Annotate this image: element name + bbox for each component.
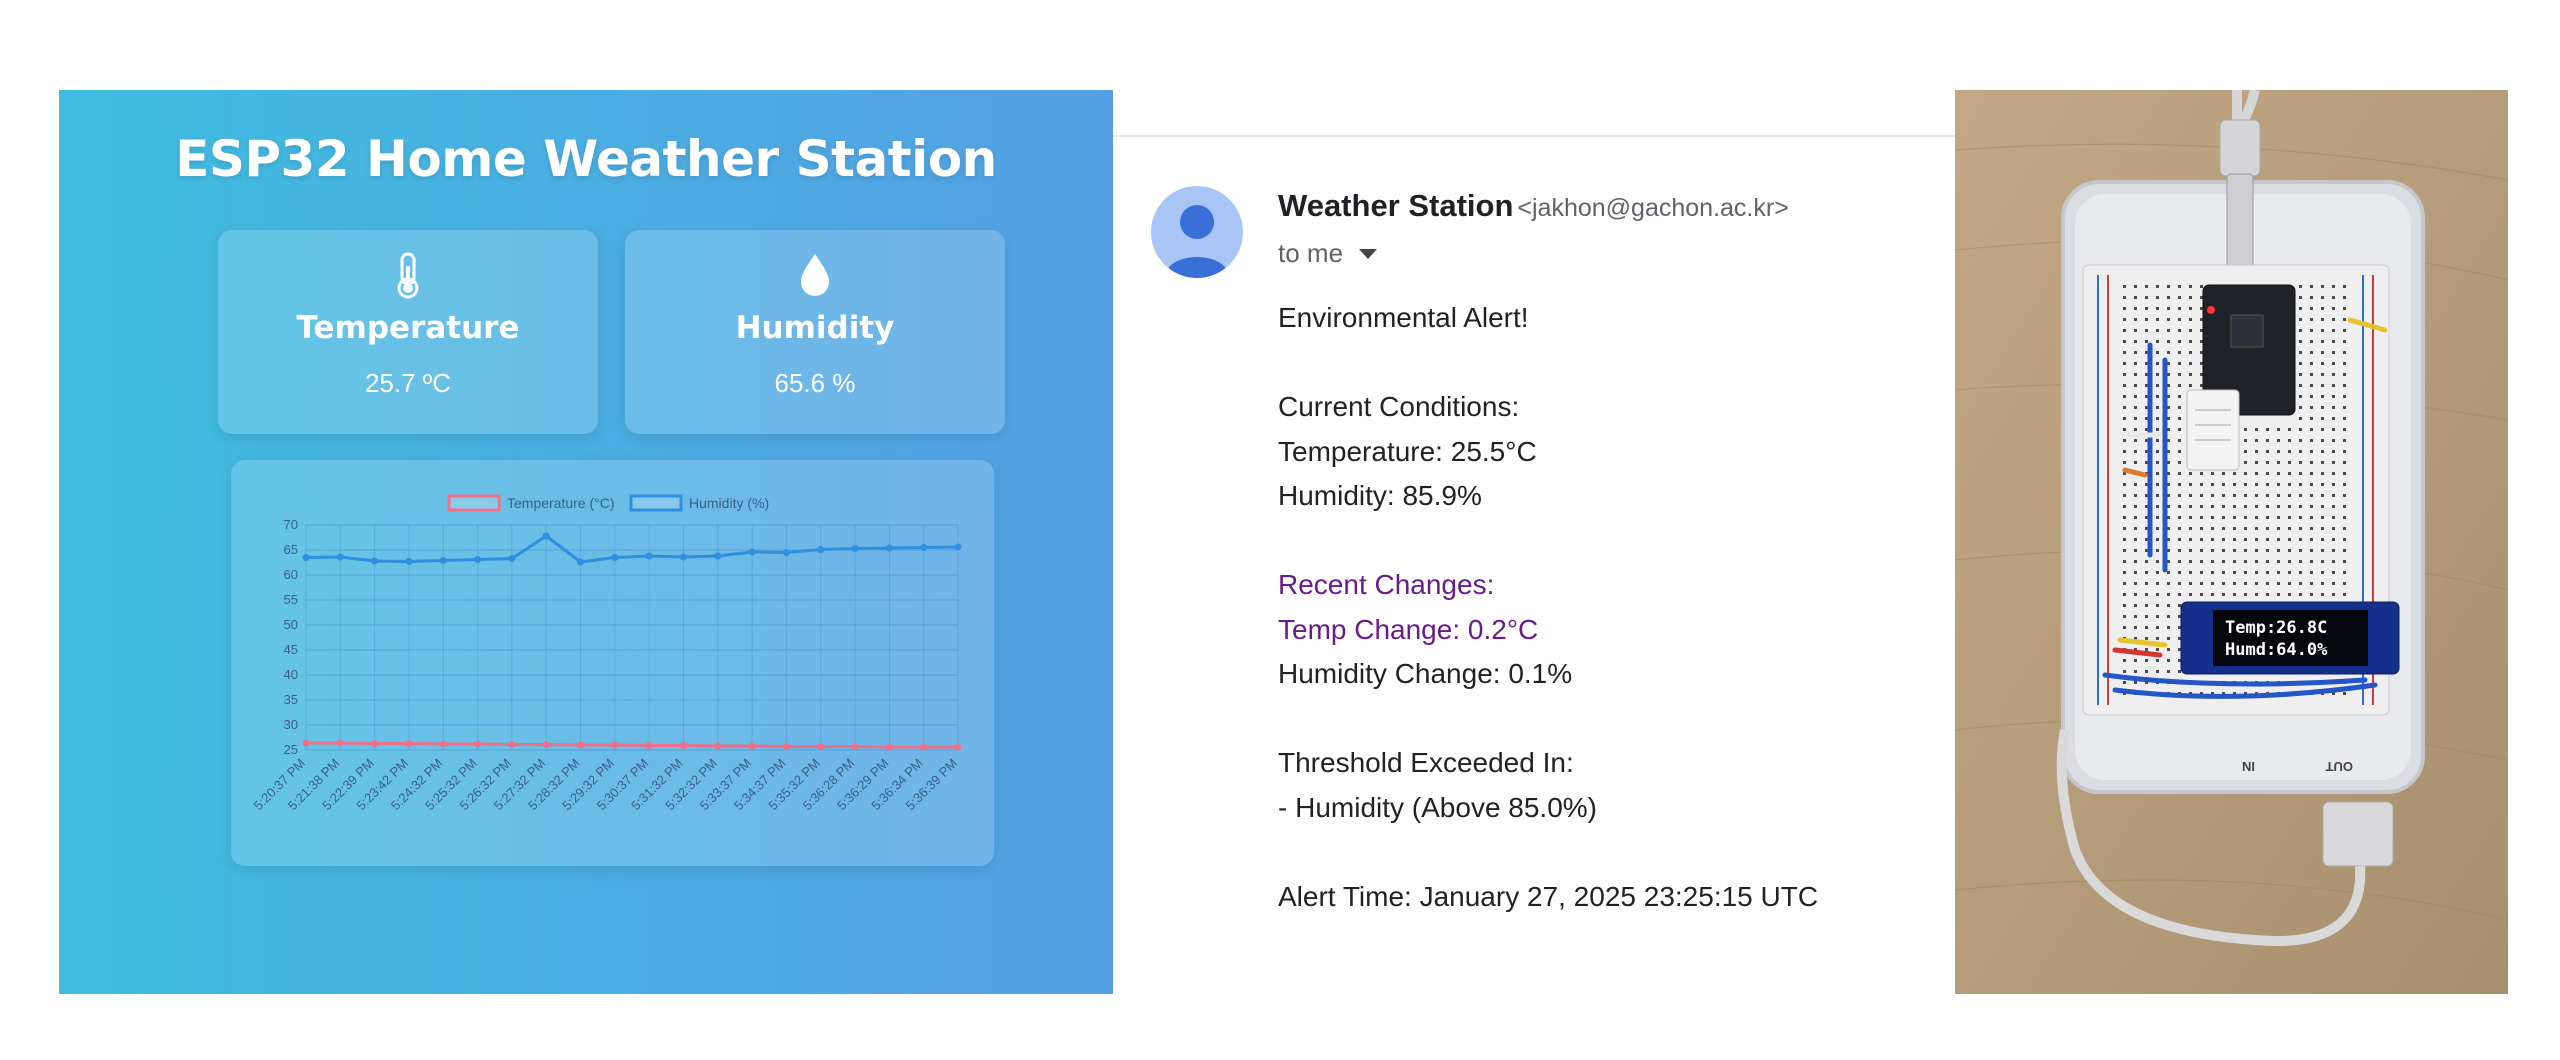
legend-swatch <box>629 494 683 512</box>
email-line: Recent Changes: <box>1278 569 1495 600</box>
thermometer-icon <box>218 250 598 300</box>
data-point <box>611 554 619 561</box>
history-chart: 25 30 35 40 45 50 55 60 65 70 5:20:37 PM 5:21:38 PM… <box>231 460 994 866</box>
data-point <box>474 740 482 748</box>
y-tick-label: 55 <box>284 592 298 607</box>
sender-name: Weather Station <box>1278 188 1514 223</box>
data-point <box>748 742 756 750</box>
data-point <box>542 532 550 540</box>
y-tick-label: 45 <box>284 642 298 657</box>
data-point <box>645 742 653 749</box>
droplet-icon <box>625 250 1005 300</box>
breadboard-photo-illustration: Temp:26.8C Humd:64.0% IN OUT <box>1955 90 2508 994</box>
sender: Weather Station <jakhon@gachon.ac.kr> <box>1278 188 1789 224</box>
data-point <box>302 554 310 561</box>
data-point <box>817 743 825 750</box>
email-line <box>1278 697 1818 742</box>
y-tick-label: 25 <box>284 742 298 757</box>
avatar-icon[interactable] <box>1151 186 1243 278</box>
email-line <box>1278 830 1818 875</box>
data-point <box>371 557 379 565</box>
data-point <box>405 558 413 565</box>
device-photo: Temp:26.8C Humd:64.0% IN OUT <box>1955 90 2508 994</box>
legend-label: Temperature (°C) <box>507 495 615 511</box>
port-out-label: OUT <box>2326 759 2354 774</box>
data-point <box>748 548 756 556</box>
data-point <box>302 739 310 747</box>
data-point <box>336 553 344 561</box>
data-point <box>542 741 550 748</box>
line-chart-svg: 253035404550556065705:20:37 PM5:21:38 PM… <box>250 494 962 813</box>
dashboard-title: ESP32 Home Weather Station <box>175 130 997 188</box>
divider <box>1113 135 1955 137</box>
sender-address: <jakhon@gachon.ac.kr> <box>1517 194 1789 222</box>
weather-dashboard: ESP32 Home Weather Station Temperature 2… <box>59 90 1113 994</box>
recipient-toggle[interactable]: to me <box>1278 238 1378 269</box>
legend-label: Humidity (%) <box>689 495 769 511</box>
email-line: Environmental Alert! <box>1278 302 1529 333</box>
data-point <box>851 743 859 750</box>
email-body: Environmental Alert! Current Conditions: T… <box>1278 296 1818 919</box>
data-point <box>679 553 687 561</box>
data-point <box>782 549 790 556</box>
recipient-label: to me <box>1278 238 1344 268</box>
y-tick-label: 30 <box>284 717 298 732</box>
y-tick-label: 50 <box>284 617 298 632</box>
data-point <box>714 552 722 560</box>
port-in-label: IN <box>2242 759 2255 774</box>
humidity-value: 65.6 % <box>774 368 856 398</box>
data-point <box>851 545 859 552</box>
data-point <box>885 544 893 552</box>
email-line: Humidity: 85.9% <box>1278 480 1482 511</box>
y-tick-label: 65 <box>284 542 298 557</box>
humidity-label: Humidity <box>735 310 895 346</box>
data-point <box>920 544 928 551</box>
y-tick-label: 70 <box>284 517 298 532</box>
chevron-down-icon[interactable] <box>1359 248 1378 259</box>
temperature-value: 25.7 ºC <box>364 368 452 398</box>
oled-line-1: Temp:26.8C <box>2225 618 2327 638</box>
data-point <box>508 555 516 562</box>
y-tick-label: 40 <box>284 667 298 682</box>
data-point <box>714 742 722 750</box>
data-point <box>782 743 790 750</box>
email-line: Temp Change: 0.2°C <box>1278 613 1539 645</box>
data-point <box>645 552 653 560</box>
email-line: Alert Time: January 27, 2025 23:25:15 UT… <box>1278 880 1819 912</box>
data-point <box>611 741 619 749</box>
data-point <box>577 741 585 749</box>
email-line <box>1278 341 1818 386</box>
data-point <box>474 556 482 563</box>
email-line <box>1278 519 1818 564</box>
data-point <box>954 743 962 751</box>
data-point <box>954 543 962 551</box>
y-tick-label: 60 <box>284 567 298 582</box>
series-line <box>305 534 959 564</box>
data-point <box>405 740 413 747</box>
email-line: Current Conditions: <box>1278 391 1520 422</box>
data-point <box>679 742 687 749</box>
data-point <box>508 741 516 748</box>
temperature-label: Temperature <box>296 310 520 346</box>
email-view: Weather Station <jakhon@gachon.ac.kr> to … <box>1113 90 1955 994</box>
data-point <box>336 739 344 747</box>
data-point <box>577 558 585 566</box>
data-point <box>439 740 447 748</box>
temperature-card: Temperature 25.7 ºC <box>218 230 598 434</box>
email-line: Temperature: 25.5°C <box>1278 435 1537 467</box>
data-point <box>920 743 928 751</box>
legend-swatch <box>447 494 501 512</box>
email-line: Threshold Exceeded In: <box>1278 747 1574 778</box>
oled-line-2: Humd:64.0% <box>2225 640 2328 660</box>
humidity-card: Humidity 65.6 % <box>625 230 1005 434</box>
y-tick-label: 35 <box>284 692 298 707</box>
series-line <box>306 741 958 749</box>
data-point <box>371 740 379 747</box>
email-line: - Humidity (Above 85.0%) <box>1278 791 1598 823</box>
data-point <box>885 743 893 751</box>
data-point <box>817 546 825 553</box>
data-point <box>439 557 447 564</box>
email-line: Humidity Change: 0.1% <box>1278 658 1573 689</box>
